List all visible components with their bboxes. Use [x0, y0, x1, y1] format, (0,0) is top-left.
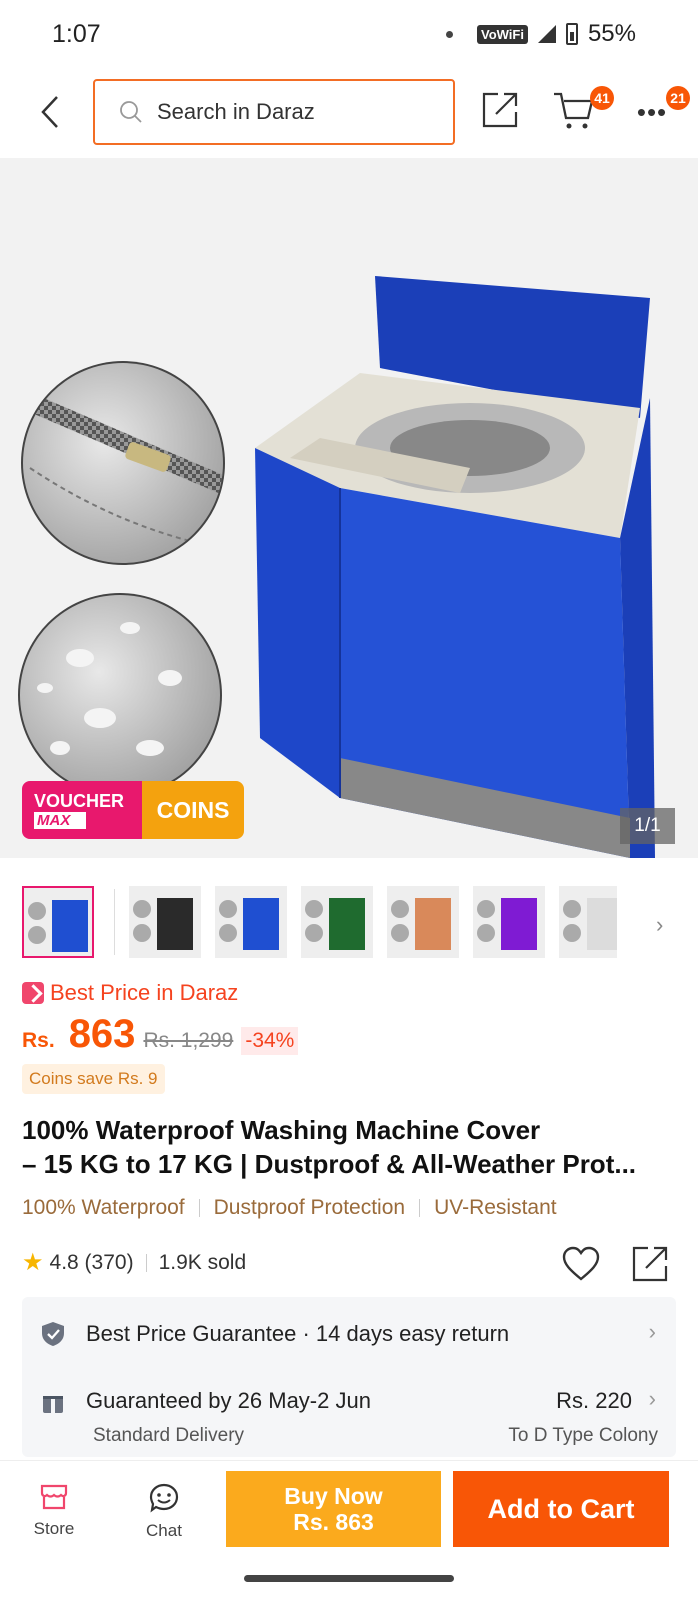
thumbnail-1[interactable] — [22, 886, 94, 958]
discount-badge: -34% — [241, 1027, 299, 1055]
voucher-max-coins-badge[interactable]: VOUCHER MAX COINS — [22, 781, 244, 839]
thumbnail-2[interactable] — [129, 886, 201, 958]
status-icons: VoWiFi 55% — [445, 20, 636, 48]
more-icon: ••• — [636, 96, 668, 127]
search-icon — [120, 101, 142, 123]
thumbnail-6[interactable] — [473, 886, 545, 958]
share-button[interactable] — [482, 90, 522, 132]
current-price: 863 — [68, 1012, 136, 1056]
voucher-title: VOUCHER — [34, 791, 125, 811]
service-info-box: Best Price Guarantee · 14 days easy retu… — [22, 1297, 676, 1457]
dot-separator: · — [302, 1321, 316, 1346]
share-icon — [632, 1246, 668, 1282]
tag-waterproof: 100% Waterproof — [22, 1196, 185, 1219]
currency-label: Rs. — [22, 1029, 55, 1052]
back-arrow-icon — [41, 96, 58, 128]
product-title: 100% Waterproof Washing Machine Cover – … — [22, 1113, 672, 1181]
rating-value: 4.8 (370) — [49, 1250, 134, 1274]
best-price-icon — [22, 982, 44, 1004]
voucher-subtitle: MAX — [34, 812, 86, 829]
battery-level: 55% — [587, 20, 636, 47]
chat-label: Chat — [146, 1521, 182, 1540]
chevron-right-icon: › — [648, 1319, 656, 1344]
top-header: Search in Daraz ••• 41 21 — [0, 70, 698, 158]
search-input[interactable]: Search in Daraz — [93, 79, 455, 145]
shield-check-icon — [42, 1322, 64, 1346]
guarantee-text: Best Price Guarantee — [86, 1321, 297, 1346]
delivery-row[interactable]: Guaranteed by 26 May-2 Jun Rs. 220 › Sta… — [22, 1385, 676, 1446]
more-count-badge: 21 — [666, 86, 690, 110]
store-label: Store — [33, 1519, 75, 1538]
status-bar: 1:07 VoWiFi 55% — [0, 0, 698, 70]
chat-icon — [149, 1483, 179, 1513]
delivery-price: Rs. 220 — [556, 1388, 632, 1413]
rating-row[interactable]: ★ 4.8 (370) 1.9K sold — [22, 1248, 246, 1277]
signal-icon — [537, 25, 556, 43]
cart-count-badge: 41 — [590, 86, 614, 110]
wishlist-button[interactable] — [562, 1246, 600, 1284]
buy-now-label: Buy Now — [284, 1483, 383, 1509]
star-icon: ★ — [22, 1249, 44, 1276]
thumbnail-3[interactable] — [215, 886, 287, 958]
store-icon — [40, 1484, 68, 1510]
original-price: Rs. 1,299 — [143, 1029, 234, 1052]
price-row: Rs. 863 Rs. 1,299 -34% — [22, 1012, 299, 1057]
add-to-cart-button[interactable]: Add to Cart — [453, 1471, 669, 1547]
thumbnail-7[interactable] — [559, 886, 617, 958]
home-indicator[interactable] — [244, 1575, 454, 1582]
vowifi-icon: VoWiFi — [476, 24, 528, 44]
delivery-type: Standard Delivery — [93, 1425, 245, 1446]
notification-dot-icon — [445, 30, 453, 38]
chevron-right-icon[interactable]: › — [656, 912, 663, 938]
chat-button[interactable]: Chat — [124, 1483, 204, 1541]
coins-save-badge: Coins save Rs. 9 — [22, 1064, 165, 1094]
product-photo — [18, 276, 655, 858]
battery-icon — [565, 23, 578, 45]
product-image-gallery[interactable]: VOUCHER MAX COINS 1/1 — [0, 158, 698, 858]
rating-divider — [145, 1253, 147, 1272]
package-icon — [43, 1391, 63, 1413]
tag-divider — [198, 1199, 200, 1217]
thumbnail-5[interactable] — [387, 886, 459, 958]
search-placeholder: Search in Daraz — [157, 99, 315, 124]
best-price-text: Best Price in Daraz — [50, 980, 239, 1005]
coins-label: COINS — [142, 781, 244, 839]
bottom-action-bar: Store Chat Buy Now Rs. 863 Add to Cart — [0, 1460, 698, 1600]
heart-icon — [562, 1246, 600, 1281]
buy-now-button[interactable]: Buy Now Rs. 863 — [226, 1471, 441, 1547]
product-title-line-2: – 15 KG to 17 KG | Dustproof & All-Weath… — [22, 1149, 637, 1179]
tag-dustproof: Dustproof Protection — [213, 1196, 406, 1219]
thumbnail-4[interactable] — [301, 886, 373, 958]
product-tags: 100% Waterproof Dustproof Protection UV-… — [22, 1196, 557, 1220]
status-time: 1:07 — [52, 20, 101, 48]
best-price-label: Best Price in Daraz — [22, 980, 238, 1006]
return-policy-text: 14 days easy return — [315, 1321, 510, 1346]
image-counter: 1/1 — [620, 808, 675, 844]
buy-now-price: Rs. 863 — [293, 1509, 374, 1535]
guarantee-row[interactable]: Best Price Guarantee · 14 days easy retu… — [22, 1319, 676, 1349]
product-title-line-1: 100% Waterproof Washing Machine Cover — [22, 1115, 541, 1145]
thumbnail-strip — [22, 886, 617, 958]
back-button[interactable] — [30, 90, 70, 134]
thumbnail-divider — [114, 889, 115, 955]
store-button[interactable]: Store — [14, 1483, 94, 1539]
sold-count: 1.9K sold — [158, 1250, 247, 1274]
tag-divider — [419, 1199, 421, 1217]
share-icon — [482, 92, 518, 128]
chevron-right-icon: › — [648, 1386, 656, 1411]
share-product-button[interactable] — [632, 1244, 672, 1284]
tag-uv-resistant: UV-Resistant — [434, 1196, 557, 1219]
delivery-location: To D Type Colony — [508, 1425, 658, 1446]
delivery-date-text: Guaranteed by 26 May-2 Jun — [86, 1388, 371, 1413]
